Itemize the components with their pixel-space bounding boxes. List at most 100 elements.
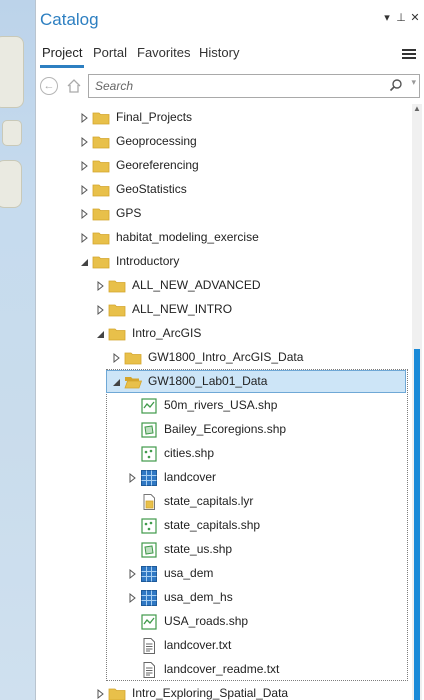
scrollbar-thumb[interactable] <box>414 349 420 700</box>
folder-icon <box>108 688 126 700</box>
tree-item[interactable]: Introductory <box>36 250 408 274</box>
raster-icon <box>141 566 157 582</box>
text-file-icon <box>143 638 155 654</box>
tab-history[interactable]: History <box>197 43 241 65</box>
tree-item-label: cities.shp <box>164 446 215 460</box>
expand-arrow-icon[interactable] <box>78 136 90 148</box>
dropdown-icon[interactable]: ▾ <box>380 11 394 24</box>
tree-item[interactable]: USA_roads.shp <box>36 610 408 634</box>
tree-item-label: Intro_Exploring_Spatial_Data <box>132 686 289 700</box>
tree-item[interactable]: ALL_NEW_INTRO <box>36 298 408 322</box>
raster-icon <box>141 590 157 606</box>
tree-item-label: usa_dem_hs <box>164 590 233 604</box>
tree-item-label: state_capitals.shp <box>164 518 261 532</box>
back-icon[interactable]: ← <box>40 77 58 95</box>
expand-arrow-icon[interactable] <box>78 232 90 244</box>
tree-item[interactable]: Bailey_Ecoregions.shp <box>36 418 408 442</box>
tree-item[interactable]: landcover_readme.txt <box>36 658 408 682</box>
expand-arrow-icon[interactable] <box>78 208 90 220</box>
tree-item-label: 50m_rivers_USA.shp <box>164 398 278 412</box>
tree-item-label: landcover.txt <box>164 638 232 652</box>
tree-item-label: Final_Projects <box>116 110 193 124</box>
tree-item[interactable]: GPS <box>36 202 408 226</box>
tree-item[interactable]: landcover <box>36 466 408 490</box>
tree-item-label: ALL_NEW_ADVANCED <box>132 278 261 292</box>
catalog-titlebar: Catalog ▾ ⊥ ✕ <box>36 0 424 40</box>
tree-item[interactable]: GW1800_Intro_ArcGIS_Data <box>36 346 408 370</box>
expand-arrow-icon[interactable] <box>78 184 90 196</box>
tree-item-label: GPS <box>116 206 142 220</box>
tree-item[interactable]: ALL_NEW_ADVANCED <box>36 274 408 298</box>
tree-item[interactable]: GW1800_Lab01_Data <box>36 370 408 394</box>
scroll-up-icon[interactable]: ▲ <box>412 104 422 114</box>
expand-arrow-icon[interactable] <box>126 472 138 484</box>
point-shp-icon <box>141 446 157 462</box>
tree-item[interactable]: Georeferencing <box>36 154 408 178</box>
tree-item[interactable]: landcover.txt <box>36 634 408 658</box>
expand-arrow-icon[interactable] <box>94 688 106 700</box>
folder-icon <box>92 208 110 221</box>
collapse-arrow-icon[interactable] <box>78 256 90 268</box>
map-view-edge <box>0 0 36 700</box>
line-shp-icon <box>141 614 157 630</box>
catalog-nav-row: ← ▾ <box>36 74 424 100</box>
collapse-arrow-icon[interactable] <box>94 328 106 340</box>
tree-item[interactable]: usa_dem <box>36 562 408 586</box>
tree-item[interactable]: Intro_Exploring_Spatial_Data <box>36 682 408 700</box>
folder-icon <box>108 328 126 341</box>
search-input[interactable] <box>93 77 387 95</box>
expand-arrow-icon[interactable] <box>78 112 90 124</box>
home-icon[interactable] <box>66 78 82 94</box>
expand-arrow-icon[interactable] <box>94 304 106 316</box>
search-options-icon[interactable]: ▾ <box>411 77 416 88</box>
tree-item[interactable]: state_capitals.lyr <box>36 490 408 514</box>
search-box: ▾ <box>88 74 420 98</box>
tree-item-label: GeoStatistics <box>116 182 187 196</box>
tab-portal[interactable]: Portal <box>91 43 129 65</box>
tree-item[interactable]: state_capitals.shp <box>36 514 408 538</box>
tree-item-label: USA_roads.shp <box>164 614 249 628</box>
tree-item[interactable]: Final_Projects <box>36 106 408 130</box>
tree-item-label: Georeferencing <box>116 158 199 172</box>
tree-item-label: ALL_NEW_INTRO <box>132 302 233 316</box>
tree-item-label: usa_dem <box>164 566 214 580</box>
expand-arrow-icon[interactable] <box>126 592 138 604</box>
folder-icon <box>92 160 110 173</box>
tree-item-label: habitat_modeling_exercise <box>116 230 259 244</box>
tree-item[interactable]: Geoprocessing <box>36 130 408 154</box>
tree-item[interactable]: cities.shp <box>36 442 408 466</box>
tree-item[interactable]: 50m_rivers_USA.shp <box>36 394 408 418</box>
expand-arrow-icon[interactable] <box>78 160 90 172</box>
tree-item[interactable]: usa_dem_hs <box>36 586 408 610</box>
map-landmass <box>2 120 22 146</box>
tree-item[interactable]: state_us.shp <box>36 538 408 562</box>
expand-arrow-icon[interactable] <box>94 280 106 292</box>
folder-icon <box>108 280 126 293</box>
search-icon[interactable] <box>389 78 403 92</box>
folder-icon <box>92 136 110 149</box>
close-icon[interactable]: ✕ <box>408 11 422 24</box>
collapse-arrow-icon[interactable] <box>110 376 122 388</box>
folder-icon <box>92 256 110 269</box>
line-shp-icon <box>141 398 157 414</box>
tree-item[interactable]: Intro_ArcGIS <box>36 322 408 346</box>
tree-item-label: Geoprocessing <box>116 134 197 148</box>
tab-project[interactable]: Project <box>40 43 85 68</box>
tree-item-label: GW1800_Intro_ArcGIS_Data <box>148 350 304 364</box>
expand-arrow-icon[interactable] <box>110 352 122 364</box>
expand-arrow-icon[interactable] <box>126 568 138 580</box>
tree-item-label: Bailey_Ecoregions.shp <box>164 422 287 436</box>
point-shp-icon <box>141 518 157 534</box>
menu-icon[interactable] <box>402 47 416 61</box>
map-landmass <box>0 36 24 108</box>
text-file-icon <box>143 662 155 678</box>
tree-item-label: Introductory <box>116 254 180 268</box>
tree-item-label: landcover_readme.txt <box>164 662 280 676</box>
pin-icon[interactable]: ⊥ <box>394 11 408 24</box>
folder-icon <box>124 352 142 365</box>
tab-favorites[interactable]: Favorites <box>135 43 192 65</box>
tree-item[interactable]: GeoStatistics <box>36 178 408 202</box>
vertical-scrollbar[interactable]: ▲ <box>412 104 422 700</box>
folder-icon <box>92 184 110 197</box>
tree-item[interactable]: habitat_modeling_exercise <box>36 226 408 250</box>
